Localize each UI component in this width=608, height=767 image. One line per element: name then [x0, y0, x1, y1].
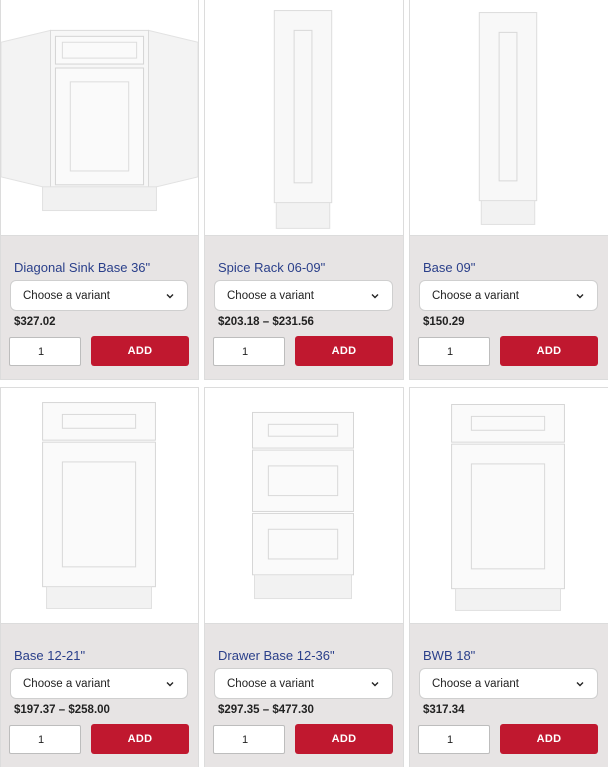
product-price: $150.29: [423, 316, 465, 328]
diagonal-sink-base-image: [1, 29, 198, 212]
product-image[interactable]: [1, 388, 198, 624]
add-to-cart-button[interactable]: ADD: [91, 724, 189, 754]
product-title[interactable]: Spice Rack 06-09": [218, 260, 325, 275]
variant-select[interactable]: Choose a variant: [10, 280, 188, 311]
variant-select-label: Choose a variant: [432, 289, 519, 302]
add-to-cart-button[interactable]: ADD: [295, 336, 393, 366]
product-title[interactable]: Diagonal Sink Base 36": [14, 260, 150, 275]
variant-select-label: Choose a variant: [227, 289, 314, 302]
add-to-cart-button[interactable]: ADD: [91, 336, 189, 366]
product-image[interactable]: [205, 388, 403, 624]
add-to-cart-button[interactable]: ADD: [500, 336, 598, 366]
product-title[interactable]: Base 12-21": [14, 648, 85, 663]
chevron-down-icon: [576, 293, 584, 298]
variant-select[interactable]: Choose a variant: [214, 280, 393, 311]
product-image[interactable]: [410, 388, 608, 624]
base-09-image: [478, 12, 538, 225]
quantity-input[interactable]: [418, 337, 490, 366]
base-12-21-image: [42, 402, 156, 609]
product-title[interactable]: Drawer Base 12-36": [218, 648, 335, 663]
add-to-cart-button[interactable]: ADD: [500, 724, 598, 754]
product-card: Base 12-21" Choose a variant $197.37 – $…: [0, 387, 199, 767]
product-card: Drawer Base 12-36" Choose a variant $297…: [204, 387, 404, 767]
product-price: $297.35 – $477.30: [218, 704, 314, 716]
variant-select-label: Choose a variant: [227, 677, 314, 690]
chevron-down-icon: [576, 681, 584, 686]
product-card: Base 09" Choose a variant $150.29 ADD: [409, 0, 608, 380]
chevron-down-icon: [371, 293, 379, 298]
product-price: $203.18 – $231.56: [218, 316, 314, 328]
product-card: Diagonal Sink Base 36" Choose a variant …: [0, 0, 199, 380]
product-image[interactable]: [205, 0, 403, 236]
variant-select-label: Choose a variant: [23, 289, 110, 302]
quantity-input[interactable]: [9, 725, 81, 754]
bwb-18-image: [451, 404, 565, 611]
product-title[interactable]: BWB 18": [423, 648, 475, 663]
product-title[interactable]: Base 09": [423, 260, 475, 275]
variant-select-label: Choose a variant: [432, 677, 519, 690]
product-price: $317.34: [423, 704, 465, 716]
chevron-down-icon: [371, 681, 379, 686]
product-price: $197.37 – $258.00: [14, 704, 110, 716]
product-image[interactable]: [1, 0, 198, 236]
product-card: BWB 18" Choose a variant $317.34 ADD: [409, 387, 608, 767]
variant-select[interactable]: Choose a variant: [419, 280, 598, 311]
quantity-input[interactable]: [213, 337, 285, 366]
quantity-input[interactable]: [9, 337, 81, 366]
variant-select[interactable]: Choose a variant: [214, 668, 393, 699]
variant-select[interactable]: Choose a variant: [419, 668, 598, 699]
chevron-down-icon: [166, 681, 174, 686]
variant-select[interactable]: Choose a variant: [10, 668, 188, 699]
quantity-input[interactable]: [418, 725, 490, 754]
variant-select-label: Choose a variant: [23, 677, 110, 690]
add-to-cart-button[interactable]: ADD: [295, 724, 393, 754]
spice-rack-image: [273, 10, 333, 229]
drawer-base-image: [252, 411, 354, 600]
chevron-down-icon: [166, 293, 174, 298]
product-card: Spice Rack 06-09" Choose a variant $203.…: [204, 0, 404, 380]
product-image[interactable]: [410, 0, 608, 236]
product-price: $327.02: [14, 316, 56, 328]
quantity-input[interactable]: [213, 725, 285, 754]
